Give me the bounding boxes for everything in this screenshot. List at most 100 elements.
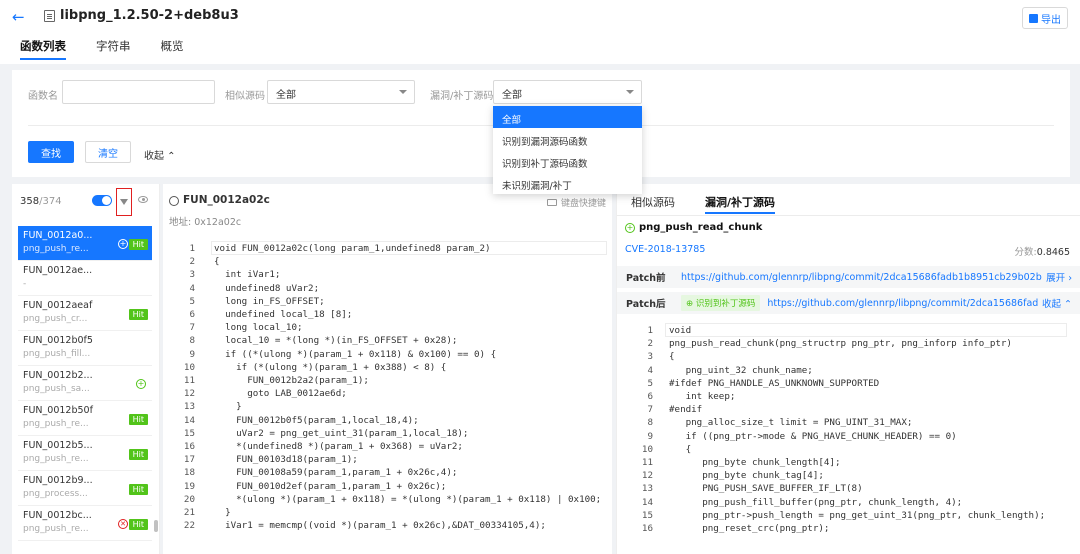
- source-tabs: 相似源码 漏洞/补丁源码: [631, 194, 776, 214]
- hit-badge: Hit: [128, 519, 148, 530]
- page-title: libpng_1.2.50-2+deb8u3: [60, 8, 239, 23]
- collapse-link[interactable]: 收起 ⌃: [1042, 296, 1072, 310]
- list-item-name: FUN_0012bc...: [23, 510, 92, 521]
- list-item[interactable]: FUN_0012b50f png_push_re... Hit: [18, 401, 152, 436]
- keyboard-icon: [546, 199, 557, 206]
- function-list-pane: 358/374 FUN_0012a0... png_push_re... + H…: [12, 184, 160, 554]
- patch-after-link[interactable]: https://github.com/glennrp/libpng/commit…: [767, 298, 1038, 309]
- plus-circle-icon: +: [118, 239, 128, 249]
- list-item-sub: png_push_re...: [23, 419, 89, 429]
- score-value: 0.8465: [1036, 247, 1070, 258]
- similar-source-select[interactable]: 全部: [267, 80, 415, 104]
- vuln-patch-select[interactable]: 全部: [493, 80, 642, 104]
- decompiled-code: void FUN_0012a02c(long param_1,undefined…: [214, 243, 602, 532]
- patch-after-row: Patch后 ⊕ 识别到补丁源码 https://github.com/glen…: [617, 292, 1080, 314]
- list-item-sub: png_push_re...: [23, 524, 89, 534]
- list-item-name: FUN_0012b0f5: [23, 335, 93, 346]
- tab-similar-source[interactable]: 相似源码: [631, 194, 675, 214]
- list-item[interactable]: FUN_0012b5... png_push_re... Hit: [18, 436, 152, 471]
- hit-badge: Hit: [128, 449, 148, 460]
- vuln-patch-value: 全部: [502, 90, 522, 101]
- list-item-name: FUN_0012b9...: [23, 475, 93, 486]
- search-button[interactable]: 查找: [28, 141, 74, 163]
- vuln-patch-dropdown: 全部 识别到漏洞源码函数 识别到补丁源码函数 未识别漏洞/补丁: [493, 106, 642, 194]
- patch-detected-badge: ⊕ 识别到补丁源码: [681, 295, 761, 311]
- main-tabs: 函数列表 字符串 概览: [20, 38, 184, 62]
- tab-function-list[interactable]: 函数列表: [20, 38, 66, 60]
- dropdown-option-vuln[interactable]: 识别到漏洞源码函数: [493, 128, 642, 150]
- function-name-input[interactable]: [62, 80, 215, 104]
- close-circle-icon: ✕: [118, 519, 128, 529]
- tab-overview[interactable]: 概览: [161, 38, 184, 60]
- tab-strings[interactable]: 字符串: [96, 38, 131, 60]
- matched-function-name: png_push_read_chunk: [639, 222, 763, 233]
- keyboard-shortcut-label: 键盘快捷键: [560, 199, 606, 209]
- vuln-patch-label: 漏洞/补丁源码: [430, 91, 494, 102]
- count-shown: 358: [20, 196, 40, 207]
- list-item-sub: png_push_re...: [23, 244, 89, 254]
- filter-icon[interactable]: [116, 188, 132, 216]
- similarity-score: 分数:0.8465: [1015, 244, 1070, 258]
- eye-icon[interactable]: [138, 196, 148, 203]
- hit-badge: Hit: [128, 484, 148, 495]
- list-item-sub: png_push_re...: [23, 454, 89, 464]
- keyboard-shortcut-button[interactable]: 键盘快捷键: [546, 196, 606, 209]
- hit-toggle[interactable]: [92, 195, 112, 206]
- list-item[interactable]: FUN_0012bc... png_push_re... ✕ Hit: [18, 506, 152, 541]
- function-icon: [169, 196, 179, 206]
- list-item[interactable]: FUN_0012ae... -: [18, 261, 152, 296]
- hit-badge: Hit: [128, 239, 148, 250]
- list-item-sub: png_process...: [23, 489, 88, 499]
- export-label: 导出: [1041, 14, 1061, 26]
- list-item-name: FUN_0012aeaf: [23, 300, 93, 311]
- list-item[interactable]: FUN_0012b9... png_process... Hit: [18, 471, 152, 506]
- hit-badge: Hit: [128, 414, 148, 425]
- patch-after-label: Patch后: [626, 299, 666, 310]
- function-count: 358/374: [20, 196, 62, 207]
- document-icon: [44, 10, 55, 22]
- divider: [617, 215, 1080, 216]
- list-item-name: FUN_0012ae...: [23, 265, 93, 276]
- list-item[interactable]: FUN_0012b0f5 png_push_fill...: [18, 331, 152, 366]
- patch-source-code: void png_push_read_chunk(png_structrp pn…: [669, 325, 1046, 535]
- export-icon: [1029, 13, 1038, 23]
- collapse-link[interactable]: 收起 ⌃: [144, 147, 176, 162]
- list-scrollbar[interactable]: [154, 520, 158, 532]
- chevron-down-icon: [626, 90, 634, 94]
- patch-badge-label: 识别到补丁源码: [695, 299, 756, 309]
- export-button[interactable]: 导出: [1022, 7, 1068, 29]
- list-item[interactable]: FUN_0012aeaf png_push_cr... Hit: [18, 296, 152, 331]
- function-list: FUN_0012a0... png_push_re... + Hit FUN_0…: [18, 226, 152, 554]
- function-title: FUN_0012a02c: [183, 194, 270, 206]
- source-compare-pane: 相似源码 漏洞/补丁源码 + png_push_read_chunk CVE-2…: [616, 184, 1080, 554]
- patch-before-link[interactable]: https://github.com/glennrp/libpng/commit…: [681, 272, 1042, 283]
- top-bar: ← libpng_1.2.50-2+deb8u3 导出 函数列表 字符串 概览: [0, 0, 1080, 64]
- back-arrow-icon[interactable]: ←: [12, 8, 25, 26]
- dropdown-option-all[interactable]: 全部: [493, 106, 642, 128]
- dropdown-option-patch[interactable]: 识别到补丁源码函数: [493, 150, 642, 172]
- clear-button[interactable]: 清空: [85, 141, 131, 163]
- list-item-name: FUN_0012b5...: [23, 440, 93, 451]
- dropdown-option-none[interactable]: 未识别漏洞/补丁: [493, 172, 642, 194]
- list-item-sub: png_push_sa...: [23, 384, 90, 394]
- plus-circle-icon: +: [625, 223, 635, 233]
- list-item-sub: png_push_fill...: [23, 349, 91, 359]
- cve-link[interactable]: CVE-2018-13785: [625, 244, 705, 255]
- list-item-name: FUN_0012b2...: [23, 370, 93, 381]
- tab-vuln-patch-source[interactable]: 漏洞/补丁源码: [705, 194, 776, 214]
- list-item[interactable]: FUN_0012b2... png_push_sa... +: [18, 366, 152, 401]
- plus-circle-icon: +: [136, 379, 146, 389]
- chevron-down-icon: [399, 90, 407, 94]
- line-numbers: 1 2 3 4 5 6 7 8 9 10 11 12 13 14 15 16: [641, 325, 653, 535]
- list-item-name: FUN_0012b50f: [23, 405, 93, 416]
- list-item[interactable]: FUN_0012a0... png_push_re... + Hit: [18, 226, 152, 261]
- score-label: 分数:: [1014, 247, 1037, 258]
- function-name-label: 函数名: [28, 91, 58, 102]
- list-item-sub: -: [23, 279, 27, 289]
- patch-before-label: Patch前: [626, 273, 666, 284]
- patch-before-row: Patch前 https://github.com/glennrp/libpng…: [617, 266, 1080, 288]
- list-item-sub: png_push_cr...: [23, 314, 88, 324]
- decompiled-code-pane: FUN_0012a02c 地址: 0x12a02c 键盘快捷键 1 2 3 4 …: [163, 184, 612, 554]
- hit-badge: Hit: [128, 309, 148, 320]
- expand-link[interactable]: 展开 ›: [1046, 270, 1072, 284]
